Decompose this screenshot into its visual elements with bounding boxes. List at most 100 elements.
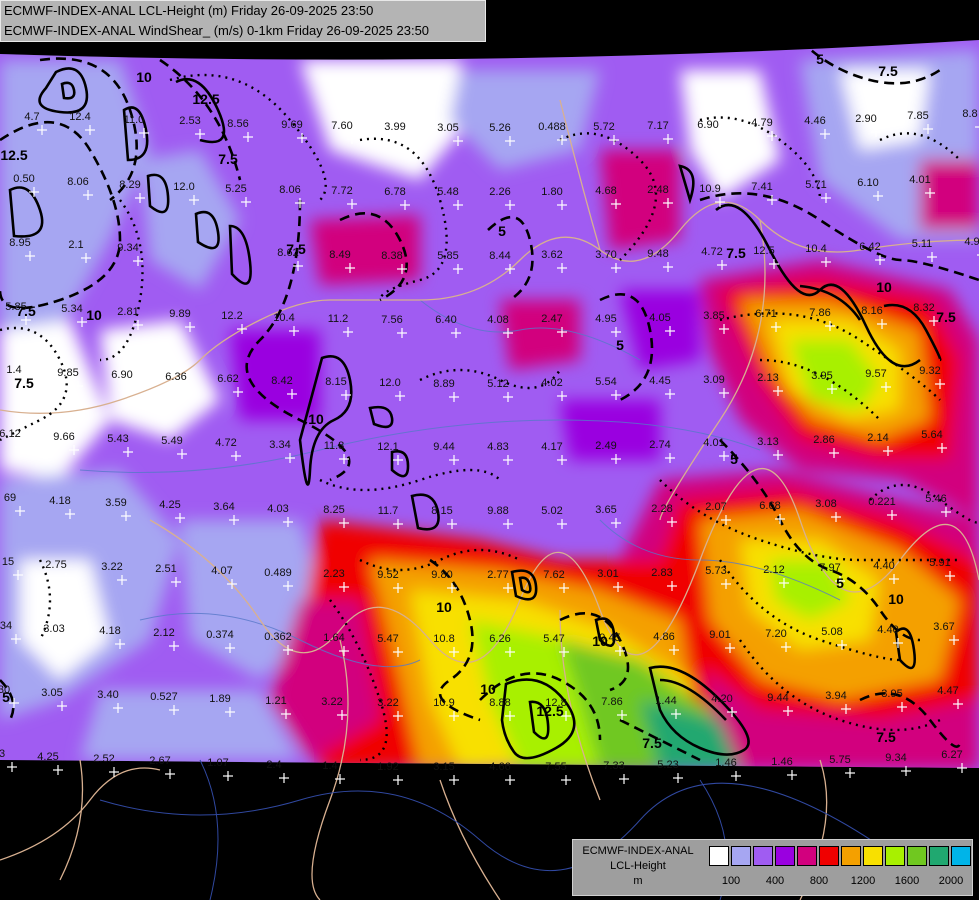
grid-value: 3.34 (269, 439, 290, 451)
grid-value: 12.5 (753, 245, 774, 257)
grid-value: 2.74 (649, 439, 670, 451)
contour-label: 7.5 (726, 245, 746, 261)
grid-value: 5.48 (437, 186, 458, 198)
legend-swatch (885, 846, 905, 866)
grid-value: 9.32 (919, 365, 940, 377)
grid-value: 12.2 (221, 310, 242, 322)
grid-value: 6.36 (165, 371, 186, 383)
grid-value: 7.17 (647, 120, 668, 132)
grid-value: 8.56 (227, 118, 248, 130)
grid-value: 0.489 (264, 567, 292, 579)
legend-swatch (907, 846, 927, 866)
grid-value: 2.23 (323, 568, 344, 580)
grid-value: 3.95 (811, 370, 832, 382)
grid-value: 3 (0, 748, 5, 760)
grid-value: 2.48 (647, 184, 668, 196)
grid-value: 9.80 (431, 569, 452, 581)
grid-value: 7.33 (603, 760, 624, 772)
grid-value: 3.99 (384, 121, 405, 133)
grid-value: 8.25 (323, 504, 344, 516)
grid-value: 0.362 (264, 631, 292, 643)
grid-value: 4.01 (703, 437, 724, 449)
contour-label: 12.5 (536, 703, 563, 719)
contour-label: 10 (876, 279, 892, 295)
grid-value: 3.22 (377, 697, 398, 709)
contour-label: 7.5 (876, 729, 896, 745)
grid-value: 5.02 (541, 505, 562, 517)
legend-swatch (819, 846, 839, 866)
grid-value: 5.54 (595, 376, 616, 388)
grid-value: 8.89 (433, 378, 454, 390)
grid-value: 9.66 (53, 431, 74, 443)
grid-value: 0.50 (13, 173, 34, 185)
grid-value: 5.75 (829, 754, 850, 766)
grid-value: 4.25 (159, 499, 180, 511)
grid-value: 3.03 (43, 623, 64, 635)
grid-value: 1.07 (207, 757, 228, 769)
grid-value: 4.07 (211, 565, 232, 577)
grid-value: 1.64 (323, 632, 344, 644)
grid-value: 8.44 (489, 250, 510, 262)
grid-value: 12.0 (173, 181, 194, 193)
legend-swatch (951, 846, 971, 866)
grid-value: 2.12 (153, 627, 174, 639)
legend-text: ECMWF-INDEX-ANAL LCL-Height m (573, 844, 703, 889)
grid-value: 10.9 (433, 697, 454, 709)
grid-value: 7.55 (545, 761, 566, 773)
grid-value: 3.22 (321, 696, 342, 708)
grid-value: 3.94 (825, 690, 846, 702)
grid-value: 2.4 (266, 759, 281, 771)
grid-value: 9.88 (487, 505, 508, 517)
grid-value: 11.2 (328, 313, 349, 325)
grid-value: 8.95 (9, 237, 30, 249)
grid-value: 8.32 (913, 302, 934, 314)
grid-value: 11.8 (324, 440, 345, 452)
contour-label: 5 (2, 689, 10, 705)
grid-value: 6.90 (697, 119, 718, 131)
grid-value: 11.7 (378, 505, 399, 517)
header-line-lcl: ECMWF-INDEX-ANAL LCL-Height (m) Friday 2… (4, 3, 374, 18)
legend-tick-label: 2000 (938, 875, 964, 887)
contour-label: 7.5 (286, 241, 306, 257)
grid-value: 3.67 (933, 621, 954, 633)
grid-value: 7.62 (543, 569, 564, 581)
grid-value: 4.02 (541, 377, 562, 389)
legend-tick-label: 1600 (894, 875, 920, 887)
contour-label: 12.5 (192, 91, 219, 107)
grid-value: 8.15 (325, 376, 346, 388)
grid-value: 9.34 (885, 752, 906, 764)
contour-label: 5 (730, 451, 738, 467)
grid-value: 10.8 (433, 633, 454, 645)
grid-value: 4.72 (701, 246, 722, 258)
grid-value: 8.15 (431, 505, 452, 517)
grid-value: 1.92 (377, 761, 398, 773)
contour-label: 5 (616, 337, 624, 353)
legend-swatch (731, 846, 751, 866)
grid-value: 6.26 (489, 633, 510, 645)
grid-value: 6.27 (941, 749, 962, 761)
grid-value: 2.12 (763, 564, 784, 576)
contour-label: 10 (592, 633, 608, 649)
grid-value: 3.05 (437, 122, 458, 134)
grid-value: 7.86 (809, 307, 830, 319)
grid-value: 5.25 (225, 183, 246, 195)
grid-value: 5.73 (705, 565, 726, 577)
grid-value: 4.25 (37, 751, 58, 763)
grid-value: 9.48 (647, 248, 668, 260)
grid-value: 4.68 (595, 185, 616, 197)
grid-value: 4.7 (24, 111, 39, 123)
grid-value: 2.14 (867, 432, 888, 444)
grid-value: 2.90 (855, 113, 876, 125)
grid-value: 5.47 (543, 633, 564, 645)
legend-swatch (775, 846, 795, 866)
grid-value: 9.85 (57, 367, 78, 379)
grid-value: 8.42 (271, 375, 292, 387)
contour-label: 10 (86, 307, 102, 323)
grid-value: 2.53 (179, 115, 200, 127)
grid-value: 2.13 (757, 372, 778, 384)
legend-swatch (709, 846, 729, 866)
grid-value: 3.95 (881, 688, 902, 700)
contour-label: 7.5 (642, 735, 662, 751)
grid-value: 10.4 (805, 243, 826, 255)
grid-value: 4.66 (489, 761, 510, 773)
